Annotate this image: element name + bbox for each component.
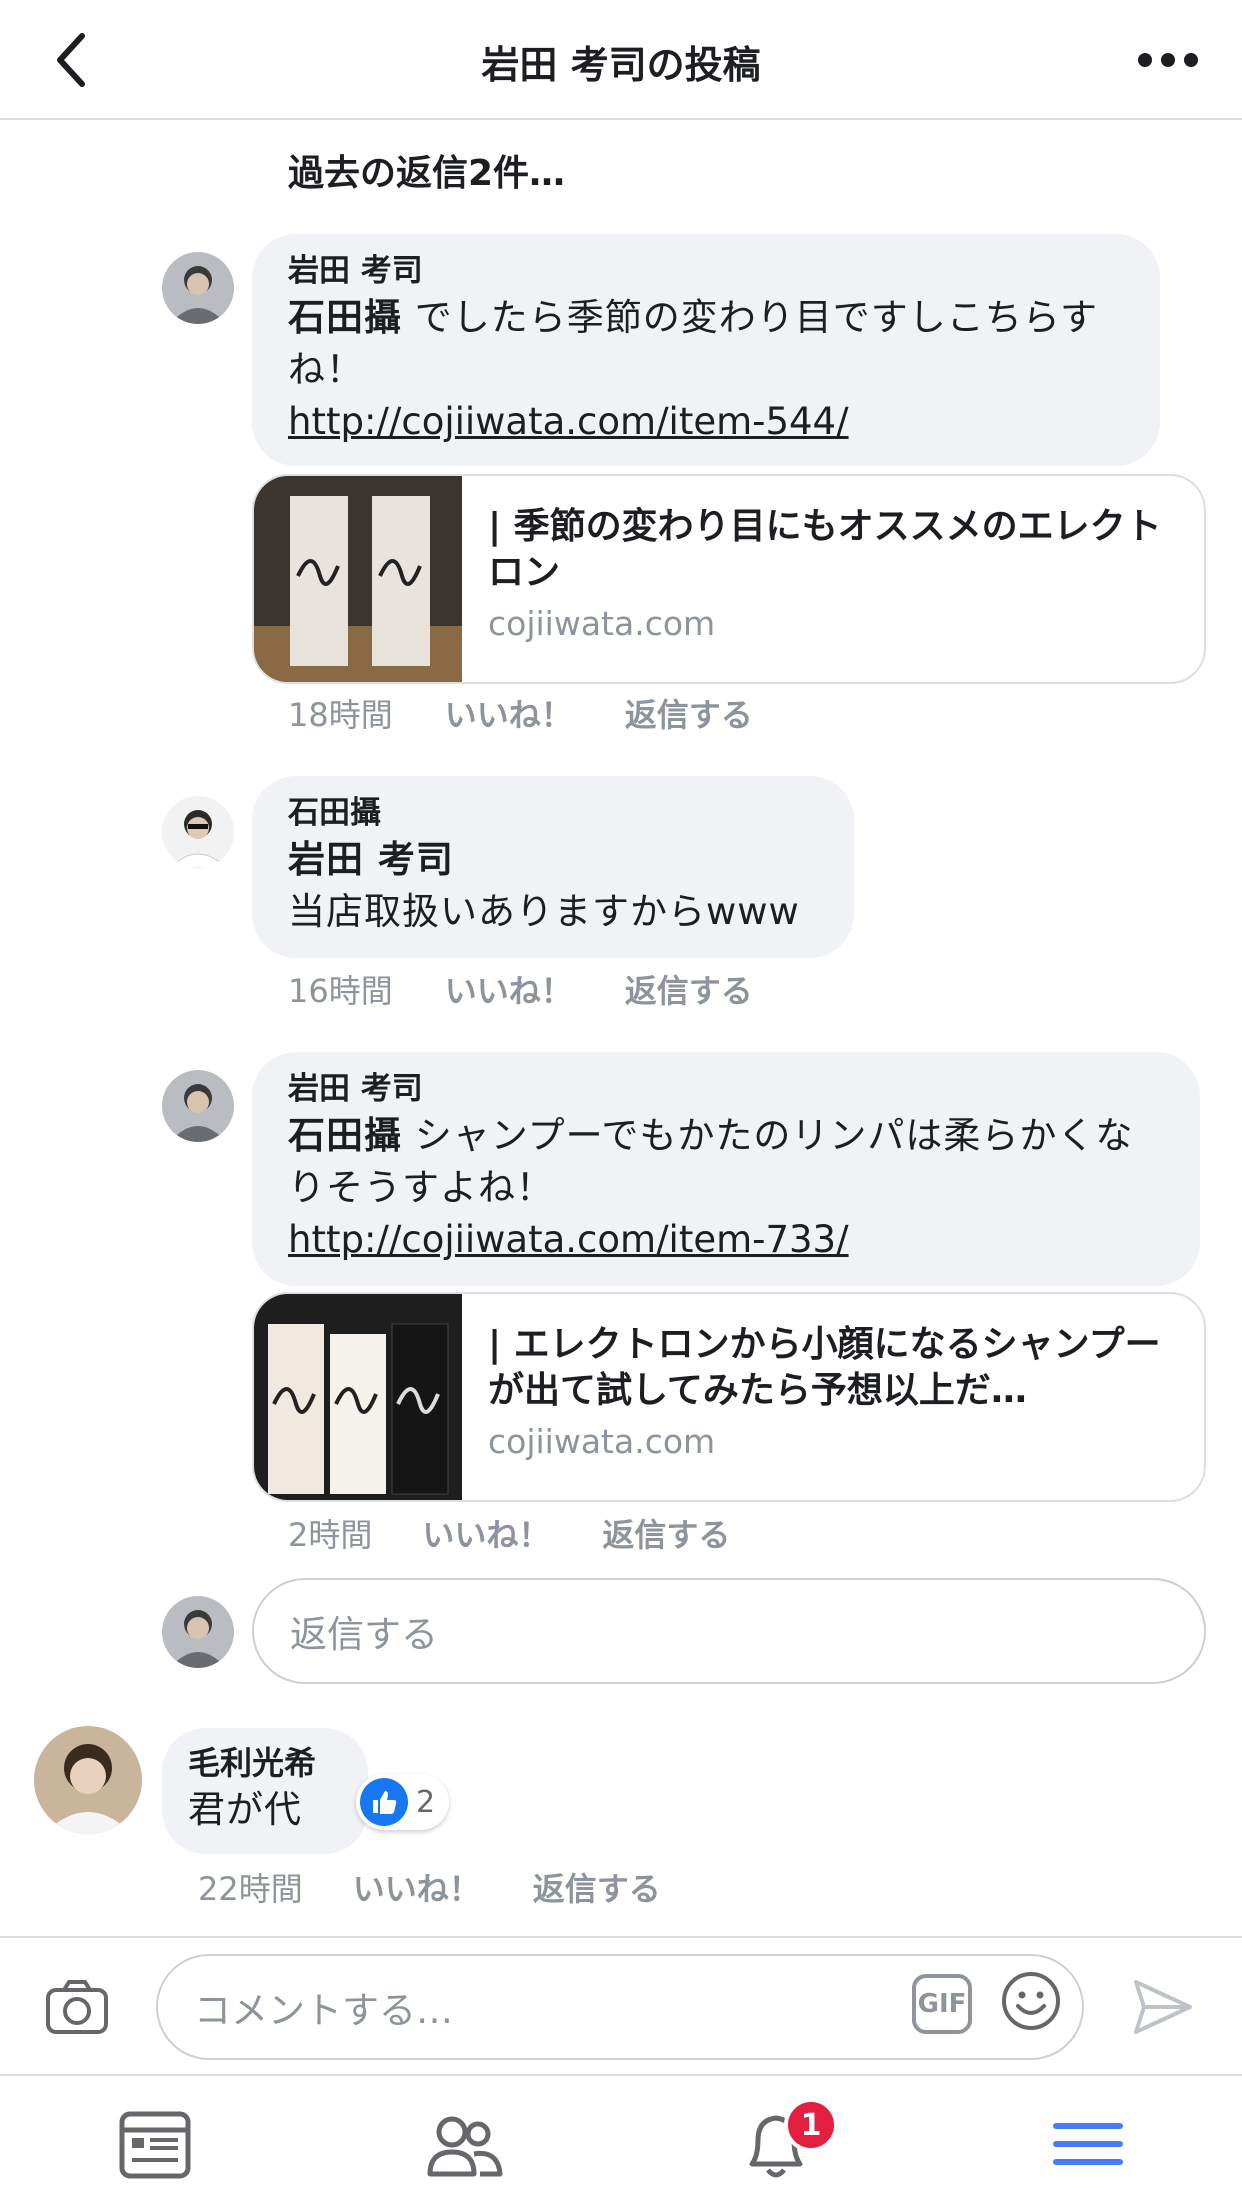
comment-bubble: 毛利光希 君が代 [162,1728,368,1854]
reply-text-line: ね！ [288,348,364,391]
friends-icon [427,2116,503,2177]
user-avatar-icon [162,1070,234,1142]
bottom-tab-bar [0,2074,1242,2208]
comment-text: 君が代 [188,1788,302,1831]
notification-badge: 1 [784,2098,838,2152]
reply-url-link[interactable]: http://cojiiwata.com/item-733/ [288,1214,1164,1266]
tab-menu[interactable] [1048,2104,1128,2184]
mention-link[interactable]: 石田攝 [288,1114,402,1157]
product-bottles-image [254,1294,462,1500]
reply-bubble: 石田攝 岩田 考司 当店取扱いありますからwww [252,776,854,958]
user-avatar-icon [162,796,234,868]
reply-button[interactable]: 返信する [625,966,753,1012]
like-button[interactable]: いいね！ [353,1864,481,1910]
link-preview-card[interactable]: | 季節の変わり目にもオススメのエレクトロン cojiiwata.com [252,474,1206,684]
user-avatar-icon [162,252,234,324]
link-thumbnail [254,1294,462,1500]
mention-link[interactable]: 石田攝 [288,296,402,339]
mention-link[interactable]: 岩田 考司 [288,834,818,886]
product-bottles-image [254,476,462,682]
reply-url-link[interactable]: http://cojiiwata.com/item-544/ [288,396,1124,448]
link-title: | エレクトロンから小顔になるシャンプーが出て試してみたら予想以上だ… [488,1324,1161,1411]
news-feed-icon [119,2111,191,2179]
reply-actions: 2時間 いいね！ 返信する [288,1510,730,1556]
reply-actions: 18時間 いいね！ 返信する [288,690,753,736]
reply-text: 当店取扱いありますからwww [288,890,800,933]
timestamp: 2時間 [288,1516,373,1554]
link-domain: cojiiwata.com [488,604,716,643]
avatar[interactable] [34,1726,142,1834]
comment-composer: コメントする… GIF [0,1936,1242,2074]
avatar[interactable] [162,252,234,324]
link-title: | 季節の変わり目にもオススメのエレクトロン [488,506,1162,593]
like-count: 2 [416,1784,436,1820]
more-dots-icon [1138,53,1198,67]
camera-icon [46,1980,108,2034]
menu-icon [1053,2123,1123,2165]
avatar[interactable] [162,1070,234,1142]
like-button[interactable]: いいね！ [422,1510,550,1556]
send-button[interactable] [1130,1976,1196,2038]
gif-button[interactable]: GIF [912,1974,972,2034]
link-thumbnail [254,476,462,682]
reply-text-line: シャンプーでもかたのリンパは柔らかくな [402,1114,1134,1157]
link-preview-card[interactable]: | エレクトロンから小顔になるシャンプーが出て試してみたら予想以上だ… coji… [252,1292,1206,1502]
more-options-button[interactable] [1132,40,1204,80]
like-button[interactable]: いいね！ [445,966,573,1012]
reaction-count[interactable]: 2 [356,1774,450,1830]
top-bar: 岩田 考司の投稿 [0,0,1242,120]
reply-bubble: 岩田 考司 石田攝 シャンプーでもかたのリンパは柔らかくな りそうすよね！ ht… [252,1052,1200,1286]
thumbs-up-icon [360,1778,408,1826]
view-previous-replies-link[interactable]: 過去の返信2件… [288,144,565,196]
smiley-icon [1002,1972,1060,2030]
tab-friends[interactable] [424,2104,504,2184]
send-icon [1134,1980,1192,2034]
timestamp: 18時間 [288,696,393,734]
user-avatar-icon [162,1596,234,1668]
emoji-button[interactable] [1000,1970,1062,2032]
reply-input[interactable]: 返信する [252,1578,1206,1684]
reply-text: 石田攝 でしたら季節の変わり目ですしこちらす [288,292,1124,344]
link-domain: cojiiwata.com [488,1422,716,1461]
reply-button[interactable]: 返信する [533,1864,661,1910]
page-title: 岩田 考司の投稿 [481,43,761,87]
reply-author[interactable]: 石田攝 [288,792,818,834]
avatar[interactable] [162,796,234,868]
tab-news-feed[interactable] [116,2104,196,2184]
reply-author[interactable]: 岩田 考司 [288,250,1124,292]
reply-text-line: でしたら季節の変わり目ですしこちらす [402,296,1099,339]
camera-button[interactable] [44,1974,110,2040]
reply-text: 石田攝 シャンプーでもかたのリンパは柔らかくな [288,1110,1164,1162]
timestamp: 16時間 [288,972,393,1010]
user-avatar-icon [34,1726,142,1834]
like-button[interactable]: いいね！ [445,690,573,736]
timestamp: 22時間 [198,1870,303,1908]
reply-actions: 16時間 いいね！ 返信する [288,966,753,1012]
reply-button[interactable]: 返信する [602,1510,730,1556]
comment-author[interactable]: 毛利光希 [188,1742,342,1784]
reply-bubble: 岩田 考司 石田攝 でしたら季節の変わり目ですしこちらす ね！ http://c… [252,234,1160,466]
reply-text-line: りそうすよね！ [288,1166,554,1209]
comment-actions: 22時間 いいね！ 返信する [198,1864,661,1910]
reply-button[interactable]: 返信する [625,690,753,736]
avatar [162,1596,234,1668]
reply-author[interactable]: 岩田 考司 [288,1068,1164,1110]
